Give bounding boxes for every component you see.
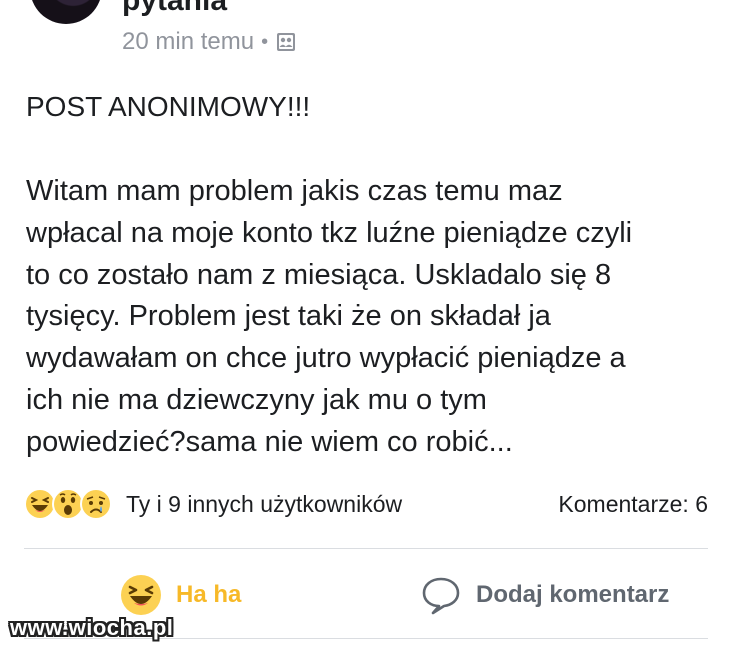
post-body-line: Witam mam problem jakis czas temu maz <box>26 175 563 207</box>
post-body-line: powiedzieć?sama nie wiem co robić... <box>26 425 513 458</box>
haha-reaction-button[interactable]: Ha ha <box>120 568 241 622</box>
comments-count[interactable]: Komentarze: 6 <box>558 491 708 518</box>
post-body-line: to co zostało nam z miesiąca. Uskladalo … <box>26 258 612 291</box>
add-comment-label: Dodaj komentarz <box>476 581 670 608</box>
author-name[interactable]: pytania <box>122 0 227 18</box>
post-body-line: wpłacal na moje konto tkz luźne pieniądz… <box>26 216 633 249</box>
post-timestamp[interactable]: 20 min temu <box>122 28 254 56</box>
watermark: www.wiocha.pl <box>10 615 174 640</box>
meta-separator: • <box>261 30 269 53</box>
haha-label: Ha ha <box>176 581 242 608</box>
sad-reaction-icon <box>80 488 112 520</box>
divider <box>24 548 708 549</box>
post-body-line: ich nie ma dziewczyny jak mu o tym <box>26 383 487 416</box>
add-comment-button[interactable]: Dodaj komentarz <box>420 568 669 622</box>
reactions-row: Ty i 9 innych użytkowników Komentarze: 6 <box>24 484 708 524</box>
haha-reaction-icon <box>121 575 161 615</box>
comment-icon <box>422 577 460 615</box>
post-title: POST ANONIMOWY!!! <box>26 91 311 122</box>
post-body-line: tysięcy. Problem jest taki że on składał… <box>26 300 551 333</box>
reactions-text[interactable]: Ty i 9 innych użytkowników <box>126 491 402 518</box>
reactions-summary[interactable]: Ty i 9 innych użytkowników <box>24 488 402 520</box>
post-meta: 20 min temu • <box>122 28 297 56</box>
post-body: Witam mam problem jakis czas temu maz wp… <box>26 171 716 464</box>
reaction-icons <box>24 488 112 520</box>
author-avatar[interactable] <box>30 0 102 24</box>
post-body-line: wydawałam on chce jutro wypłacić pieniąd… <box>26 342 626 375</box>
group-icon[interactable] <box>275 31 297 53</box>
action-bar: Ha ha Dodaj komentarz <box>0 568 730 622</box>
